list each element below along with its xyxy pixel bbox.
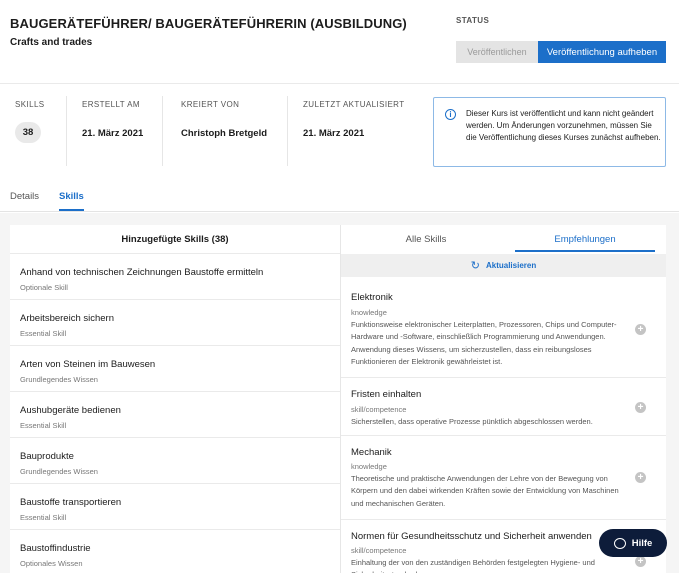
skill-name: Anhand von technischen Zeichnungen Baust…	[20, 267, 264, 278]
added-skill-item[interactable]: Aushubgeräte bedienen Essential Skill	[10, 392, 340, 438]
recommendation-item: Elektronik knowledge Funktionsweise elek…	[341, 277, 666, 378]
skill-name: Bauprodukte	[20, 451, 74, 462]
skill-type: Optionale Skill	[20, 283, 68, 292]
recommendation-description: Theoretische und praktische Anwendungen …	[351, 474, 619, 508]
published-info-text: Dieser Kurs ist veröffentlicht und kann …	[466, 109, 661, 142]
active-right-tab-indicator	[515, 250, 655, 252]
recommendation-title: Elektronik	[351, 292, 393, 303]
add-recommendation-icon[interactable]: +	[635, 556, 646, 567]
added-skill-item[interactable]: Bauprodukte Grundlegendes Wissen	[10, 438, 340, 484]
chat-bubble-icon	[613, 537, 626, 549]
info-icon: i	[445, 109, 456, 120]
meta-divider	[162, 96, 163, 166]
meta-divider	[287, 96, 288, 166]
refresh-label: Aktualisieren	[485, 261, 537, 270]
help-label: Hilfe	[631, 537, 653, 549]
creator-label: KREIERT VON	[181, 100, 240, 109]
added-skills-heading: Hinzugefügte Skills (38)	[121, 233, 229, 245]
meta-divider	[66, 96, 67, 166]
skill-type: Essential Skill	[20, 421, 67, 430]
help-button[interactable]: Hilfe	[599, 529, 667, 557]
added-skill-item[interactable]: Baustoffe transportieren Essential Skill	[10, 484, 340, 530]
added-skill-item[interactable]: Baustoffindustrie Optionales Wissen	[10, 530, 340, 573]
recommendation-description: Funktionsweise elektronischer Leiterplat…	[351, 320, 617, 367]
add-recommendation-icon[interactable]: +	[635, 472, 646, 483]
updated-value: 21. März 2021	[303, 128, 365, 139]
course-category: Crafts and trades	[10, 37, 93, 48]
added-skill-item[interactable]: Anhand von technischen Zeichnungen Baust…	[10, 254, 340, 300]
creator-value: Christoph Bretgeld	[181, 128, 268, 139]
recommendation-title: Mechanik	[351, 447, 392, 458]
recommendation-item: Fristen einhalten skill/competence Siche…	[341, 378, 666, 436]
skill-name: Baustoffindustrie	[20, 543, 91, 554]
recommendation-kind: skill/competence	[351, 405, 407, 414]
refresh-icon: ↻	[470, 260, 480, 272]
recommendation-kind: knowledge	[351, 308, 387, 317]
tab-recommendations[interactable]: Empfehlungen	[515, 225, 655, 253]
tab-details[interactable]: Details	[10, 191, 39, 202]
tab-skills[interactable]: Skills	[59, 191, 84, 202]
skill-name: Arten von Steinen im Bauwesen	[20, 359, 156, 370]
added-skill-item[interactable]: Arten von Steinen im Bauwesen Grundlegen…	[10, 346, 340, 392]
skill-type: Grundlegendes Wissen	[20, 375, 98, 384]
status-label: STATUS	[456, 16, 490, 25]
recommendation-title: Normen für Gesundheitsschutz und Sicherh…	[351, 531, 592, 542]
recommendation-item: Mechanik knowledge Theoretische und prak…	[341, 436, 666, 520]
add-recommendation-icon[interactable]: +	[635, 402, 646, 413]
recommendation-description: Sicherstellen, dass operative Prozesse p…	[351, 417, 593, 426]
skill-type: Essential Skill	[20, 329, 67, 338]
skill-type: Optionales Wissen	[20, 559, 83, 568]
publish-button[interactable]: Veröffentlichen	[456, 41, 538, 63]
add-recommendation-icon[interactable]: +	[635, 324, 646, 335]
created-value: 21. März 2021	[82, 128, 144, 139]
recommendation-kind: skill/competence	[351, 546, 407, 555]
skill-type: Grundlegendes Wissen	[20, 467, 98, 476]
unpublish-button[interactable]: Veröffentlichung aufheben	[538, 41, 666, 63]
course-header: BAUGERÄTEFÜHRER/ BAUGERÄTEFÜHRERIN (AUSB…	[0, 0, 679, 213]
skills-count-badge: 38	[15, 122, 41, 143]
created-label: ERSTELLT AM	[82, 100, 140, 109]
tabs-divider	[0, 211, 679, 212]
header-divider	[0, 83, 679, 84]
recommendation-description: Einhaltung der von den zuständigen Behör…	[351, 558, 595, 573]
skill-type: Essential Skill	[20, 513, 67, 522]
tab-all-skills[interactable]: Alle Skills	[341, 225, 511, 253]
skill-name: Arbeitsbereich sichern	[20, 313, 114, 324]
published-info-box: i Dieser Kurs ist veröffentlicht und kan…	[433, 97, 666, 167]
skills-count-label: SKILLS	[15, 100, 45, 109]
refresh-button[interactable]: ↻ Aktualisieren	[341, 254, 666, 277]
updated-label: ZULETZT AKTUALISIERT	[303, 100, 405, 109]
recommendation-title: Fristen einhalten	[351, 389, 422, 400]
course-title: BAUGERÄTEFÜHRER/ BAUGERÄTEFÜHRERIN (AUSB…	[10, 16, 407, 31]
added-skill-item[interactable]: Arbeitsbereich sichern Essential Skill	[10, 300, 340, 346]
skill-name: Baustoffe transportieren	[20, 497, 122, 508]
recommendation-kind: knowledge	[351, 462, 387, 471]
skill-name: Aushubgeräte bedienen	[20, 405, 121, 416]
